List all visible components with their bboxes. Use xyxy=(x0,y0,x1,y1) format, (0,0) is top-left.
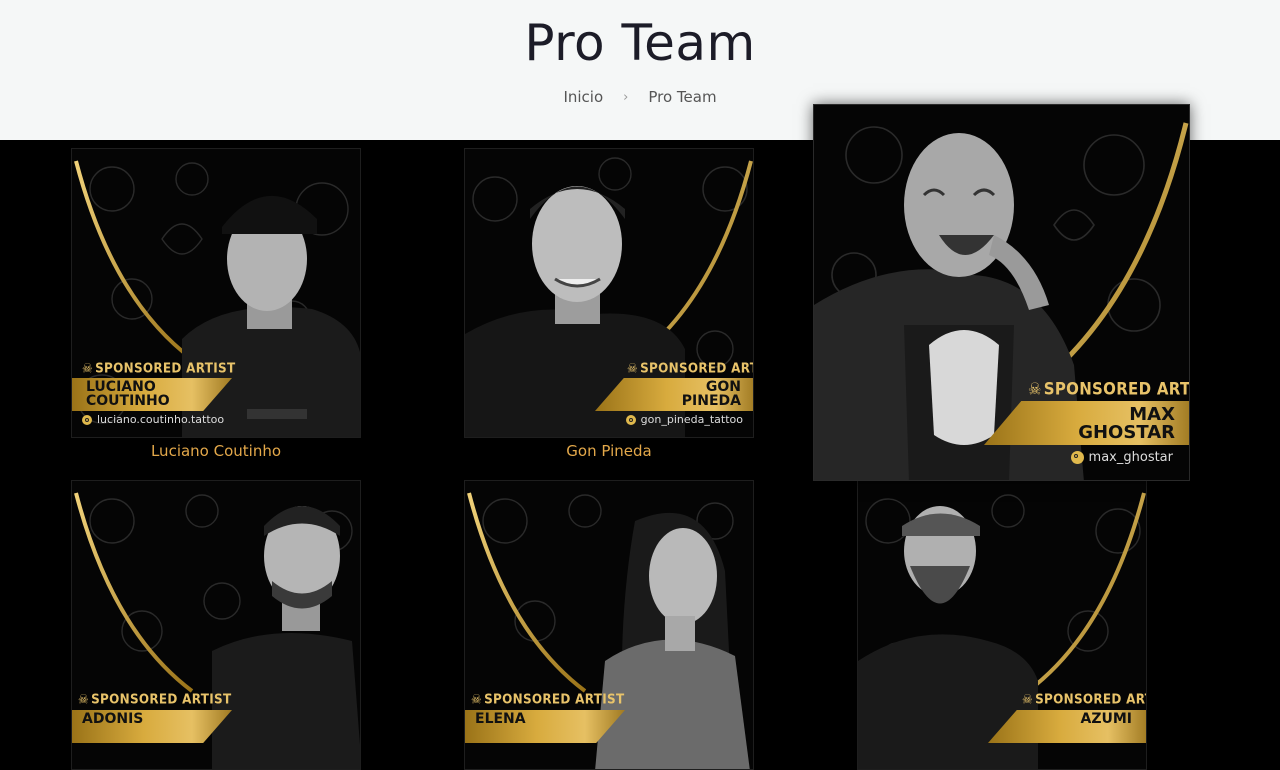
sponsored-artist-label: ☠SPONSORED ARTIST xyxy=(1022,691,1146,707)
artist-card-max[interactable]: ☠SPONSORED ARTIST MAX GHOSTAR max_ghosta… xyxy=(813,104,1190,481)
skull-icon: ☠ xyxy=(627,360,639,376)
artist-link-gon[interactable]: Gon Pineda xyxy=(464,442,754,460)
artist-card-azumi[interactable]: ☠SPONSORED ARTIST AZUMI xyxy=(857,480,1147,770)
skull-icon: ☠ xyxy=(82,360,94,376)
sponsored-artist-label: ☠SPONSORED ARTIST xyxy=(471,691,625,707)
page-title: Pro Team xyxy=(524,14,756,72)
instagram-icon xyxy=(1070,451,1084,464)
breadcrumb-current: Pro Team xyxy=(648,88,717,106)
skull-icon: ☠ xyxy=(1028,379,1042,399)
instagram-icon xyxy=(625,414,636,425)
sponsored-artist-label: ☠SPONSORED ARTIST xyxy=(1028,379,1190,399)
instagram-handle: max_ghostar xyxy=(1070,450,1173,465)
skull-icon: ☠ xyxy=(1022,691,1034,707)
artist-link-luciano[interactable]: Luciano Coutinho xyxy=(71,442,361,460)
card-artist-name: ELENA xyxy=(475,711,526,727)
artist-card-luciano[interactable]: ☠ SPONSORED ARTIST LUCIANO COUTINHO lucia… xyxy=(71,148,361,438)
sponsored-artist-label: ☠SPONSORED ARTIST xyxy=(78,691,232,707)
card-artist-name: ADONIS xyxy=(82,711,144,727)
card-artist-name: MAX GHOSTAR xyxy=(1078,404,1175,443)
card-artist-name: LUCIANO COUTINHO xyxy=(86,379,170,409)
sponsored-artist-label: ☠SPONSORED ARTIST xyxy=(627,360,753,376)
instagram-handle: gon_pineda_tattoo xyxy=(625,413,743,426)
artist-card-gon[interactable]: ☠SPONSORED ARTIST GON PINEDA gon_pineda_… xyxy=(464,148,754,438)
artist-card-elena[interactable]: ☠ SPONSORED ARTIST ELENA xyxy=(464,480,754,770)
skull-icon: ☠ xyxy=(78,691,90,707)
card-artist-name: AZUMI xyxy=(1080,711,1133,727)
instagram-handle: luciano.coutinho.tattoo xyxy=(82,413,224,426)
card-artist-name: GON PINEDA xyxy=(681,379,741,409)
artist-card-adonis[interactable]: ☠ SPONSORED ARTIST ADONIS xyxy=(71,480,361,770)
sponsored-artist-label: ☠SPONSORED ARTIST xyxy=(82,360,236,376)
chevron-right-icon: › xyxy=(623,89,629,105)
breadcrumb-home-link[interactable]: Inicio xyxy=(563,88,603,106)
instagram-icon xyxy=(82,414,92,425)
skull-icon: ☠ xyxy=(471,691,483,707)
